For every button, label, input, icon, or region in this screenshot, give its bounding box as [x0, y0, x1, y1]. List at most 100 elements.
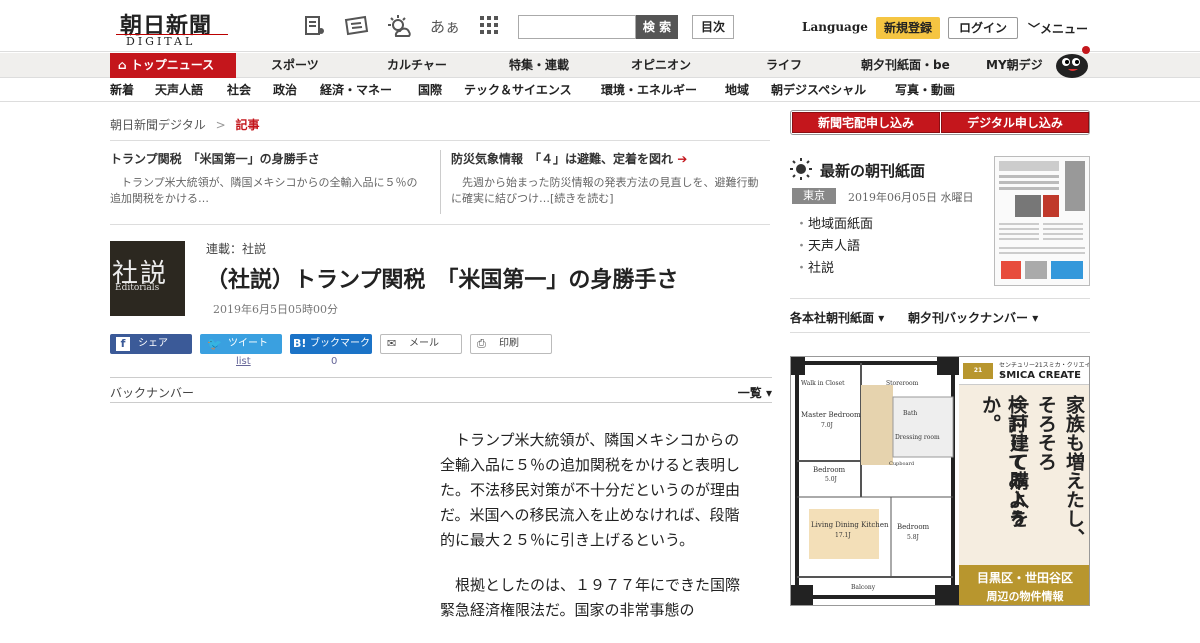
news-list-icon[interactable] [302, 14, 328, 40]
mascot-icon[interactable] [1054, 44, 1090, 78]
latest-paper-heading[interactable]: 最新の朝刊紙面 [820, 160, 925, 181]
ad-brand-bar: 21 センチュリー21スミカ・クリエイト SMICA CREATE [959, 357, 1089, 385]
svg-text:Bedroom: Bedroom [813, 466, 846, 474]
register-button[interactable]: 新規登録 [876, 17, 940, 39]
font-size-icon[interactable]: あぁ [430, 14, 460, 40]
nav-label: トップニュース [130, 58, 215, 72]
divider [790, 332, 1090, 333]
svg-text:Walk in Closet: Walk in Closet [801, 380, 845, 387]
search-button[interactable]: 検 索 [636, 15, 678, 39]
subnav-world[interactable]: 国際 [418, 79, 442, 102]
series-label[interactable]: 連載：社説 [206, 240, 266, 257]
article-paragraph: トランプ米大統領が、隣国メキシコからの全輸入品に５％の追加関税をかけると表明した… [440, 431, 741, 549]
nav-item-sports[interactable]: スポーツ [271, 53, 319, 78]
hatena-count[interactable]: 0 [331, 356, 337, 367]
twitter-count[interactable]: list [236, 356, 251, 367]
facebook-share-button[interactable]: f シェア [110, 334, 192, 354]
svg-text:Master Bedroom: Master Bedroom [801, 411, 861, 419]
caret-down-icon: ▾ [765, 386, 772, 400]
subnav-photo[interactable]: 写真・動画 [895, 79, 955, 102]
subnav-environment[interactable]: 環境・エネルギー [601, 79, 697, 102]
article-title: （社説）トランプ関税 「米国第一」の身勝手さ [206, 268, 679, 293]
print-button[interactable]: ⎙ 印刷 [470, 334, 552, 354]
backnumber-dropdown[interactable]: 朝夕刊バックナンバー ▾ [908, 309, 1038, 326]
mail-button[interactable]: ✉ メール [380, 334, 462, 354]
nav-item-features[interactable]: 特集・連載 [509, 53, 569, 78]
main-nav: ⌂ トップニュース スポーツ カルチャー 特集・連載 オピニオン ライフ 朝夕刊… [0, 53, 1200, 78]
hatena-bookmark-button[interactable]: B! ブックマーク [290, 334, 372, 354]
advertisement[interactable]: Walk in Closet Storeroom Master Bedroom … [790, 356, 1090, 606]
twitter-icon: 🐦 [207, 337, 222, 351]
svg-text:Bath: Bath [903, 410, 917, 417]
search-input[interactable] [518, 15, 636, 39]
subnav-region[interactable]: 地域 [725, 79, 749, 102]
svg-text:Balcony: Balcony [851, 584, 876, 591]
subnav-new[interactable]: 新着 [110, 79, 134, 102]
nav-item-paper[interactable]: 朝夕刊紙面・be [861, 53, 950, 78]
chevron-down-icon: ﹀ [1028, 22, 1041, 36]
facebook-icon: f [116, 337, 130, 351]
divider [110, 224, 770, 225]
paper-link[interactable]: 地域面紙面 [795, 214, 873, 236]
article-paragraph: 根拠としたのは、１９７７年にできた国際緊急経済権限法だ。国家の非常事態の [440, 576, 741, 619]
weather-icon[interactable] [386, 14, 412, 40]
divider [110, 140, 770, 141]
subnav-tech[interactable]: テック＆サイエンス [464, 79, 572, 102]
subnav-society[interactable]: 社会 [227, 79, 251, 102]
paper-date: 2019年06月05日 水曜日 [848, 191, 974, 204]
subnav-politics[interactable]: 政治 [273, 79, 297, 102]
menu-label: メニュー [1040, 22, 1089, 36]
language-link[interactable]: Language [802, 20, 868, 34]
nav-item-life[interactable]: ライフ [766, 53, 802, 78]
site-logo[interactable]: 朝日新聞 DIGITAL [112, 8, 230, 48]
mail-icon: ✉ [387, 337, 397, 350]
dropdown-label: 各本社朝刊紙面 [790, 311, 875, 325]
regional-paper-dropdown[interactable]: 各本社朝刊紙面 ▾ [790, 309, 884, 326]
svg-text:7.0J: 7.0J [821, 422, 834, 429]
share-label: メール [409, 338, 439, 349]
print-icon: ⎙ [477, 337, 486, 350]
backnumber-bar: バックナンバー 一覧 ▾ [110, 377, 772, 403]
grid-menu-icon[interactable] [476, 14, 502, 40]
location-badge: 東京 [792, 188, 836, 204]
digital-subscribe-button[interactable]: デジタル申し込み [941, 112, 1089, 133]
paper-link[interactable]: 天声人語 [795, 236, 873, 258]
subnav-special[interactable]: 朝デジスペシャル [771, 79, 866, 102]
ad-area-sub: 周辺の物件情報 [986, 590, 1064, 603]
nav-item-opinion[interactable]: オピニオン [631, 53, 691, 78]
related-title: トランプ関税 「米国第一」の身勝手さ [110, 152, 320, 166]
nav-item-top-news[interactable]: ⌂ トップニュース [110, 53, 236, 78]
nav-item-my[interactable]: MY朝デジ [986, 53, 1043, 78]
menu-button[interactable]: ﹀メニュー [1028, 20, 1088, 37]
breadcrumb-sep: > [215, 118, 226, 132]
ad-area-banner: 目黒区・世田谷区 周辺の物件情報 [959, 565, 1089, 605]
home-delivery-button[interactable]: 新聞宅配申し込み [792, 112, 940, 133]
ad-copy-line: そろそろ [1035, 395, 1057, 471]
list-label: 一覧 [737, 386, 762, 400]
dropdown-label: 朝夕刊バックナンバー [908, 311, 1029, 325]
svg-text:Cupboard: Cupboard [889, 461, 915, 467]
svg-text:5.0J: 5.0J [825, 476, 838, 483]
index-button[interactable]: 目次 [692, 15, 734, 39]
svg-text:5.8J: 5.8J [907, 534, 920, 541]
nav-item-culture[interactable]: カルチャー [387, 53, 447, 78]
newspaper-icon[interactable] [343, 14, 369, 40]
paper-link[interactable]: 社説 [795, 258, 873, 280]
related-article-1[interactable]: トランプ関税 「米国第一」の身勝手さ トランプ米大統領が、隣国メキシコからの全輸… [110, 150, 420, 214]
share-label: シェア [138, 338, 168, 349]
share-label: ブックマーク [310, 338, 370, 349]
breadcrumb-home[interactable]: 朝日新聞デジタル [110, 118, 206, 132]
login-button[interactable]: ログイン [948, 17, 1018, 39]
related-article-2[interactable]: 防災気象情報 「４」は避難、定着を図れ ➔ 先週から始まった防災情報の発表方法の… [451, 150, 767, 214]
list-dropdown[interactable]: 一覧 ▾ [738, 384, 772, 401]
caret-down-icon: ▾ [1032, 311, 1039, 325]
home-icon: ⌂ [118, 58, 131, 72]
subnav-economy[interactable]: 経済・マネー [320, 79, 392, 102]
twitter-share-button[interactable]: 🐦 ツイート [200, 334, 282, 354]
subnav-tensei[interactable]: 天声人語 [155, 79, 203, 102]
article-body: トランプ米大統領が、隣国メキシコからの全輸入品に５％の追加関税をかけると表明した… [440, 428, 750, 643]
editorial-thumbnail: 社説 Editorials [110, 241, 185, 316]
related-summary: 先週から始まった防災情報の発表方法の見直しを、避難行動に確実に結びつけ…[続きを… [451, 176, 759, 205]
newspaper-thumbnail[interactable] [994, 156, 1090, 286]
paper-link-list: 地域面紙面 天声人語 社説 [795, 214, 873, 280]
